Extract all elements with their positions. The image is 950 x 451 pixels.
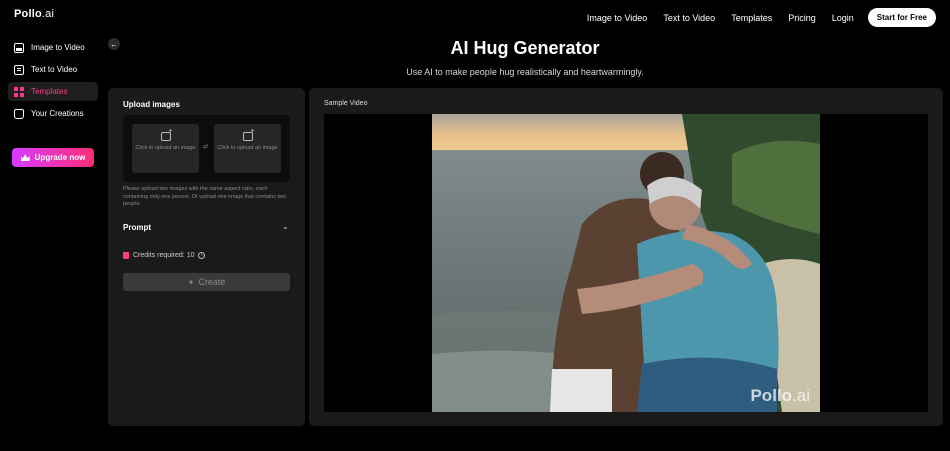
- chevron-down-icon[interactable]: ⌄: [282, 222, 289, 231]
- create-button[interactable]: ✦ Create: [123, 273, 290, 291]
- swap-icon[interactable]: ⇄: [203, 143, 208, 150]
- watermark-name: Pollo: [750, 386, 793, 405]
- video-player[interactable]: Pollo.ai: [324, 114, 928, 412]
- nav-text-to-video[interactable]: Text to Video: [663, 13, 715, 23]
- grid-icon: [14, 86, 24, 97]
- start-for-free-button[interactable]: Start for Free: [867, 8, 936, 27]
- create-label: Create: [198, 277, 226, 287]
- credits-text: Credits required: 10: [133, 252, 195, 259]
- info-icon[interactable]: i: [198, 252, 206, 259]
- watermark: Pollo.ai: [750, 386, 810, 406]
- folder-icon: [14, 108, 24, 119]
- upload-images-label: Upload images: [123, 100, 180, 109]
- logo-suffix: .ai: [41, 8, 55, 20]
- page-title: AI Hug Generator: [450, 38, 600, 58]
- upload-slot-text: Click to upload an image: [135, 145, 196, 151]
- nav-pricing[interactable]: Pricing: [788, 13, 816, 23]
- sidebar-item-label: Your Creations: [31, 109, 84, 118]
- prompt-toggle[interactable]: Prompt: [123, 223, 151, 232]
- credit-icon: [123, 252, 129, 259]
- sample-video-frame: Pollo.ai: [432, 114, 820, 412]
- upgrade-label: Upgrade now: [34, 153, 86, 162]
- sample-video-panel: Sample Video Pollo.ai: [309, 88, 943, 426]
- watermark-suffix: .ai: [792, 386, 810, 405]
- nav-image-to-video[interactable]: Image to Video: [587, 13, 647, 23]
- hug-scene-image: [432, 114, 820, 412]
- sparkle-icon: ✦: [187, 277, 195, 287]
- crown-icon: [20, 154, 30, 161]
- add-image-icon: [160, 128, 173, 141]
- upload-area: Click to upload an image ⇄ Click to uplo…: [123, 115, 290, 182]
- sample-video-label: Sample Video: [324, 100, 368, 107]
- sidebar-item-your-creations[interactable]: Your Creations: [8, 104, 98, 123]
- logo[interactable]: Pollo.ai: [14, 8, 54, 20]
- upload-instructions: Please upload two images with the same a…: [123, 186, 286, 207]
- page-subtitle: Use AI to make people hug realistically …: [406, 67, 644, 77]
- upload-slot-text: Click to upload an image: [217, 145, 278, 151]
- add-image-icon: [242, 128, 255, 141]
- top-nav: Image to Video Text to Video Templates P…: [571, 8, 936, 27]
- sidebar-item-label: Templates: [31, 87, 68, 96]
- upgrade-button[interactable]: Upgrade now: [12, 148, 94, 167]
- nav-login[interactable]: Login: [832, 13, 854, 23]
- logo-name: Pollo: [14, 8, 42, 20]
- sidebar-item-templates[interactable]: Templates: [8, 82, 98, 101]
- generator-form-panel: Upload images Click to upload an image ⇄…: [108, 88, 305, 426]
- upload-slot-1[interactable]: Click to upload an image: [132, 124, 199, 173]
- credits-required: Credits required: 10 i: [123, 252, 206, 259]
- upload-slot-2[interactable]: Click to upload an image: [214, 124, 281, 173]
- nav-templates[interactable]: Templates: [731, 13, 772, 23]
